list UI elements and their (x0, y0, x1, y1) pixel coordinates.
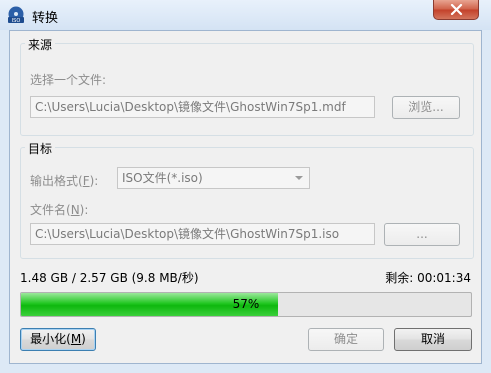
source-file-input[interactable]: C:\Users\Lucia\Desktop\镜像文件\GhostWin7Sp1… (30, 96, 375, 118)
iso-disc-icon: ISO (8, 6, 24, 24)
source-file-label: 选择一个文件: (30, 73, 107, 87)
source-browse-button[interactable]: 浏览... (392, 96, 460, 119)
close-icon (450, 4, 463, 15)
filename-label: 文件名(N): (30, 203, 89, 217)
dialog-body: 来源 选择一个文件: C:\Users\Lucia\Desktop\镜像文件\G… (9, 30, 482, 364)
output-format-value: ISO文件(*.iso) (122, 171, 203, 185)
title-bar: ISO 转换 (0, 0, 491, 30)
remaining-time-text: 剩余: 00:01:34 (385, 271, 471, 285)
ok-button[interactable]: 确定 (308, 328, 384, 351)
window-title: 转换 (32, 11, 59, 26)
output-format-select[interactable]: ISO文件(*.iso) (117, 167, 310, 189)
minimize-button[interactable]: 最小化(M) (20, 328, 96, 351)
source-group-title: 来源 (25, 36, 56, 53)
chevron-down-icon (295, 176, 303, 180)
svg-text:ISO: ISO (12, 18, 21, 24)
target-file-input[interactable]: C:\Users\Lucia\Desktop\镜像文件\GhostWin7Sp1… (30, 223, 375, 245)
transfer-size-text: 1.48 GB / 2.57 GB (9.8 MB/秒) (20, 271, 199, 285)
progress-percent: 57% (232, 297, 260, 311)
target-browse-button[interactable]: ... (384, 223, 460, 246)
source-group (20, 43, 474, 136)
output-format-label: 输出格式(F): (30, 174, 99, 188)
cancel-button[interactable]: 取消 (394, 328, 472, 351)
target-group-title: 目标 (25, 140, 56, 157)
progress-bar: 57% (20, 292, 472, 317)
close-button[interactable] (433, 0, 479, 20)
